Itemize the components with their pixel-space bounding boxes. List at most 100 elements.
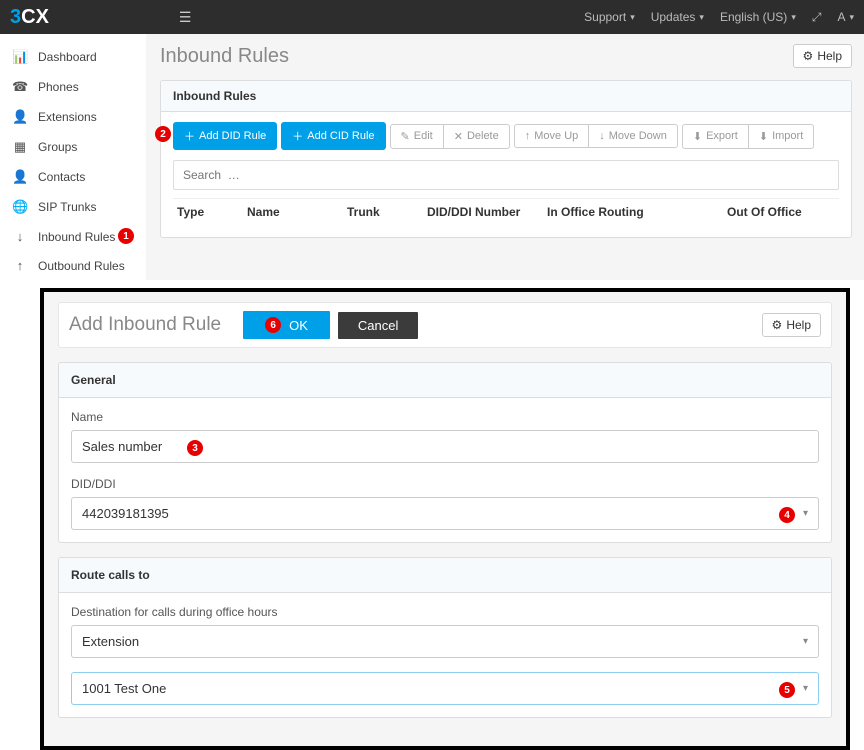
extension-select[interactable]: 1001 Test One ▾ xyxy=(71,672,819,705)
edit-label: Edit xyxy=(414,130,433,142)
nav-language[interactable]: English (US)▾ xyxy=(720,10,796,24)
sidebar-item-contacts[interactable]: 👤 Contacts xyxy=(0,162,146,192)
nav-support[interactable]: Support▾ xyxy=(584,10,635,24)
add-cid-label: Add CID Rule xyxy=(307,130,374,142)
sidebar-item-label: Extensions xyxy=(38,110,97,124)
name-label: Name xyxy=(71,410,819,424)
extension-value: 1001 Test One xyxy=(82,681,166,696)
logo-c: C xyxy=(21,6,35,29)
x-icon: ✕ xyxy=(454,130,463,143)
arrow-up-icon: ↑ xyxy=(12,258,28,273)
dashboard-icon: 📊 xyxy=(12,49,28,65)
caret-icon: ▾ xyxy=(849,12,854,23)
arrow-up-icon: ↑ xyxy=(525,130,531,142)
sidebar-item-dashboard[interactable]: 📊 Dashboard xyxy=(0,42,146,72)
th-trunk: Trunk xyxy=(347,205,427,219)
move-up-button[interactable]: ↑Move Up xyxy=(514,124,590,148)
page-head: Inbound Rules ⚙ Help xyxy=(160,44,852,68)
content-upper: Inbound Rules ⚙ Help Inbound Rules 2 ＋ A… xyxy=(146,34,864,280)
inbound-rules-panel: Inbound Rules 2 ＋ Add DID Rule ＋ Add CID… xyxy=(160,80,852,238)
sidebar-item-label: Contacts xyxy=(38,170,85,184)
th-type: Type xyxy=(177,205,247,219)
marker-1: 1 xyxy=(118,228,134,244)
sidebar-item-label: Groups xyxy=(38,140,77,154)
sidebar-item-label: Dashboard xyxy=(38,50,97,64)
did-select[interactable]: 442039181395 ▾ xyxy=(71,497,819,530)
import-label: Import xyxy=(772,130,803,142)
nav-language-label: English (US) xyxy=(720,10,787,24)
sidebar-item-extensions[interactable]: 👤 Extensions xyxy=(0,102,146,132)
sidebar-item-label: Phones xyxy=(38,80,79,94)
caret-icon: ▾ xyxy=(630,12,635,23)
navbar-right: Support▾ Updates▾ English (US)▾ ⤢ A▾ xyxy=(584,10,854,25)
nav-user-label: A xyxy=(837,10,845,24)
did-value: 442039181395 xyxy=(82,506,169,521)
help-button[interactable]: ⚙ Help xyxy=(762,313,821,337)
delete-button[interactable]: ✕Delete xyxy=(443,124,510,149)
arrow-down-icon: ↓ xyxy=(599,130,605,142)
add-rule-head: Add Inbound Rule 6 OK Cancel ⚙ Help xyxy=(58,302,832,348)
ok-button[interactable]: 6 OK xyxy=(243,311,330,339)
nav-updates[interactable]: Updates▾ xyxy=(651,10,704,24)
download-icon: ⬇ xyxy=(693,130,702,143)
add-did-rule-button[interactable]: ＋ Add DID Rule xyxy=(173,122,277,150)
sidebar: 📊 Dashboard ☎ Phones 👤 Extensions ▦ Grou… xyxy=(0,34,146,280)
help-button[interactable]: ⚙ Help xyxy=(793,44,852,68)
upper-section: 📊 Dashboard ☎ Phones 👤 Extensions ▦ Grou… xyxy=(0,34,864,280)
expand-icon[interactable]: ⤢ xyxy=(812,10,822,25)
sidebar-item-siptrunks[interactable]: 🌐 SIP Trunks xyxy=(0,192,146,222)
caret-icon: ▾ xyxy=(803,636,808,647)
phone-icon: ☎ xyxy=(12,79,28,95)
navbar-left: 3 C X ☰ xyxy=(10,6,191,29)
move-down-button[interactable]: ↓ Move Down xyxy=(588,124,678,148)
logo: 3 C X xyxy=(10,6,49,29)
caret-icon: ▾ xyxy=(699,12,704,23)
sidebar-item-label: SIP Trunks xyxy=(38,200,96,214)
edit-button[interactable]: ✎ Edit xyxy=(390,124,444,149)
general-body: Name 3 DID/DDI 442039181395 ▾ 4 xyxy=(59,398,831,542)
import-button[interactable]: ⬇ Import xyxy=(748,124,814,149)
panel-heading: Inbound Rules xyxy=(161,81,851,112)
edit-delete-group: ✎ Edit ✕Delete xyxy=(390,124,510,149)
hamburger-icon[interactable]: ☰ xyxy=(179,9,192,26)
page-title: Inbound Rules xyxy=(160,45,289,68)
sidebar-item-outbound-rules[interactable]: ↑ Outbound Rules xyxy=(0,251,146,280)
did-field-group: DID/DDI 442039181395 ▾ 4 xyxy=(71,477,819,530)
plus-icon: ＋ xyxy=(292,128,303,144)
caret-icon: ▾ xyxy=(803,683,808,694)
sidebar-item-inbound-rules[interactable]: ↓ Inbound Rules 1 xyxy=(0,222,146,251)
general-panel: General Name 3 DID/DDI 442039181395 ▾ 4 xyxy=(58,362,832,543)
search-row xyxy=(173,160,839,190)
sidebar-item-groups[interactable]: ▦ Groups xyxy=(0,132,146,162)
rules-table-header: Type Name Trunk DID/DDI Number In Office… xyxy=(173,198,839,225)
search-input[interactable] xyxy=(173,160,839,190)
destination-select[interactable]: Extension ▾ xyxy=(71,625,819,658)
route-body: Destination for calls during office hour… xyxy=(59,593,831,717)
th-outoffice: Out Of Office xyxy=(727,205,827,219)
arrow-down-icon: ↓ xyxy=(12,229,28,244)
add-cid-rule-button[interactable]: ＋ Add CID Rule xyxy=(281,122,385,150)
gear-icon: ⚙ xyxy=(803,49,814,63)
pencil-icon: ✎ xyxy=(401,130,410,143)
marker-4: 4 xyxy=(779,507,795,523)
add-inbound-rule-section: Add Inbound Rule 6 OK Cancel ⚙ Help Gene… xyxy=(40,288,850,750)
export-import-group: ⬇Export ⬇ Import xyxy=(682,124,814,149)
grid-icon: ▦ xyxy=(12,139,28,155)
cancel-button[interactable]: Cancel xyxy=(338,312,418,339)
destination-field-group: Destination for calls during office hour… xyxy=(71,605,819,658)
sidebar-item-phones[interactable]: ☎ Phones xyxy=(0,72,146,102)
top-navbar: 3 C X ☰ Support▾ Updates▾ English (US)▾ … xyxy=(0,0,864,34)
moveup-label: Move Up xyxy=(534,130,578,142)
name-input[interactable] xyxy=(71,430,819,463)
route-panel: Route calls to Destination for calls dur… xyxy=(58,557,832,718)
th-inoffice: In Office Routing xyxy=(547,205,727,219)
add-did-label: Add DID Rule xyxy=(199,130,266,142)
ok-label: OK xyxy=(289,318,308,333)
movedown-label: Move Down xyxy=(609,130,667,142)
marker-5: 5 xyxy=(779,682,795,698)
upload-icon: ⬇ xyxy=(759,130,768,143)
move-group: ↑Move Up ↓ Move Down xyxy=(514,124,678,148)
nav-user[interactable]: A▾ xyxy=(837,10,854,24)
general-heading: General xyxy=(59,363,831,398)
export-button[interactable]: ⬇Export xyxy=(682,124,749,149)
